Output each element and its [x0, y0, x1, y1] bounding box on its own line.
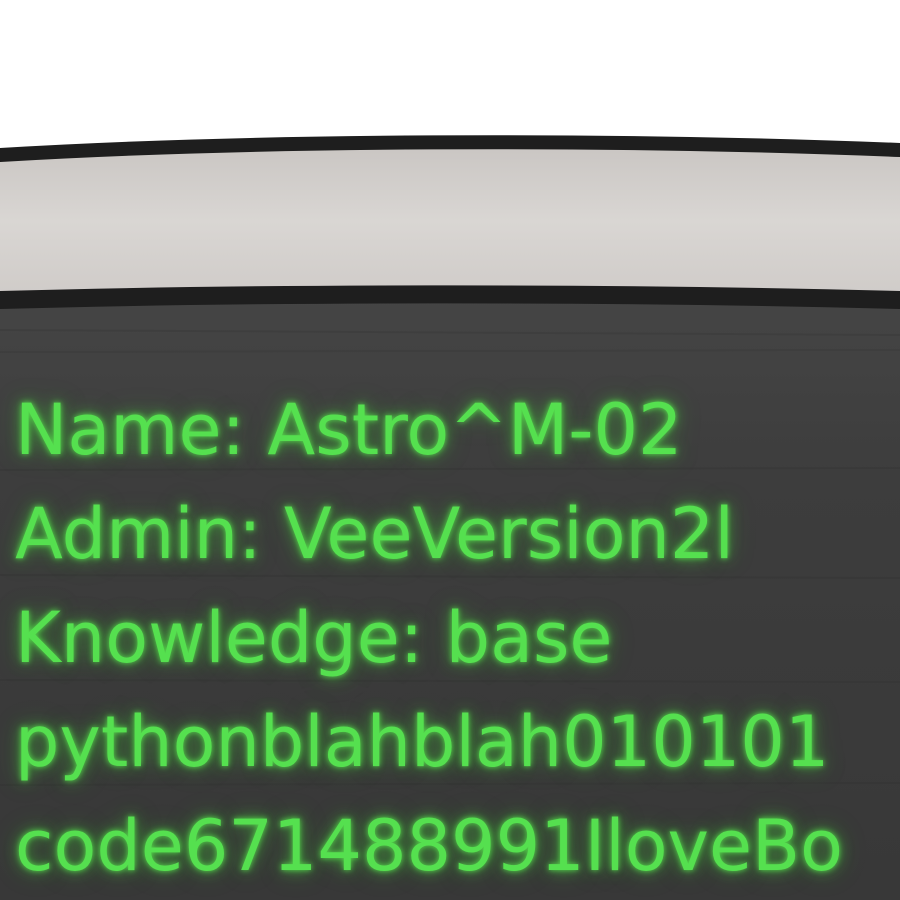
screen-line-code: code671488991IloveBo: [15, 805, 843, 887]
screen-text-block: Name: Astro^M-02 Admin: VeeVersion2l Kno…: [15, 378, 900, 898]
screen-line-admin: Admin: VeeVersion2l: [15, 493, 734, 575]
top-panel: [0, 142, 900, 300]
screen-line-python: pythonblahblah010101: [15, 701, 830, 783]
drawing-canvas: Name: Astro^M-02 Admin: VeeVersion2l Kno…: [0, 0, 900, 900]
screen-line-name: Name: Astro^M-02: [15, 389, 683, 471]
screen-line-knowledge: Knowledge: base: [15, 597, 613, 679]
screen-bezel-edge: [0, 285, 900, 309]
